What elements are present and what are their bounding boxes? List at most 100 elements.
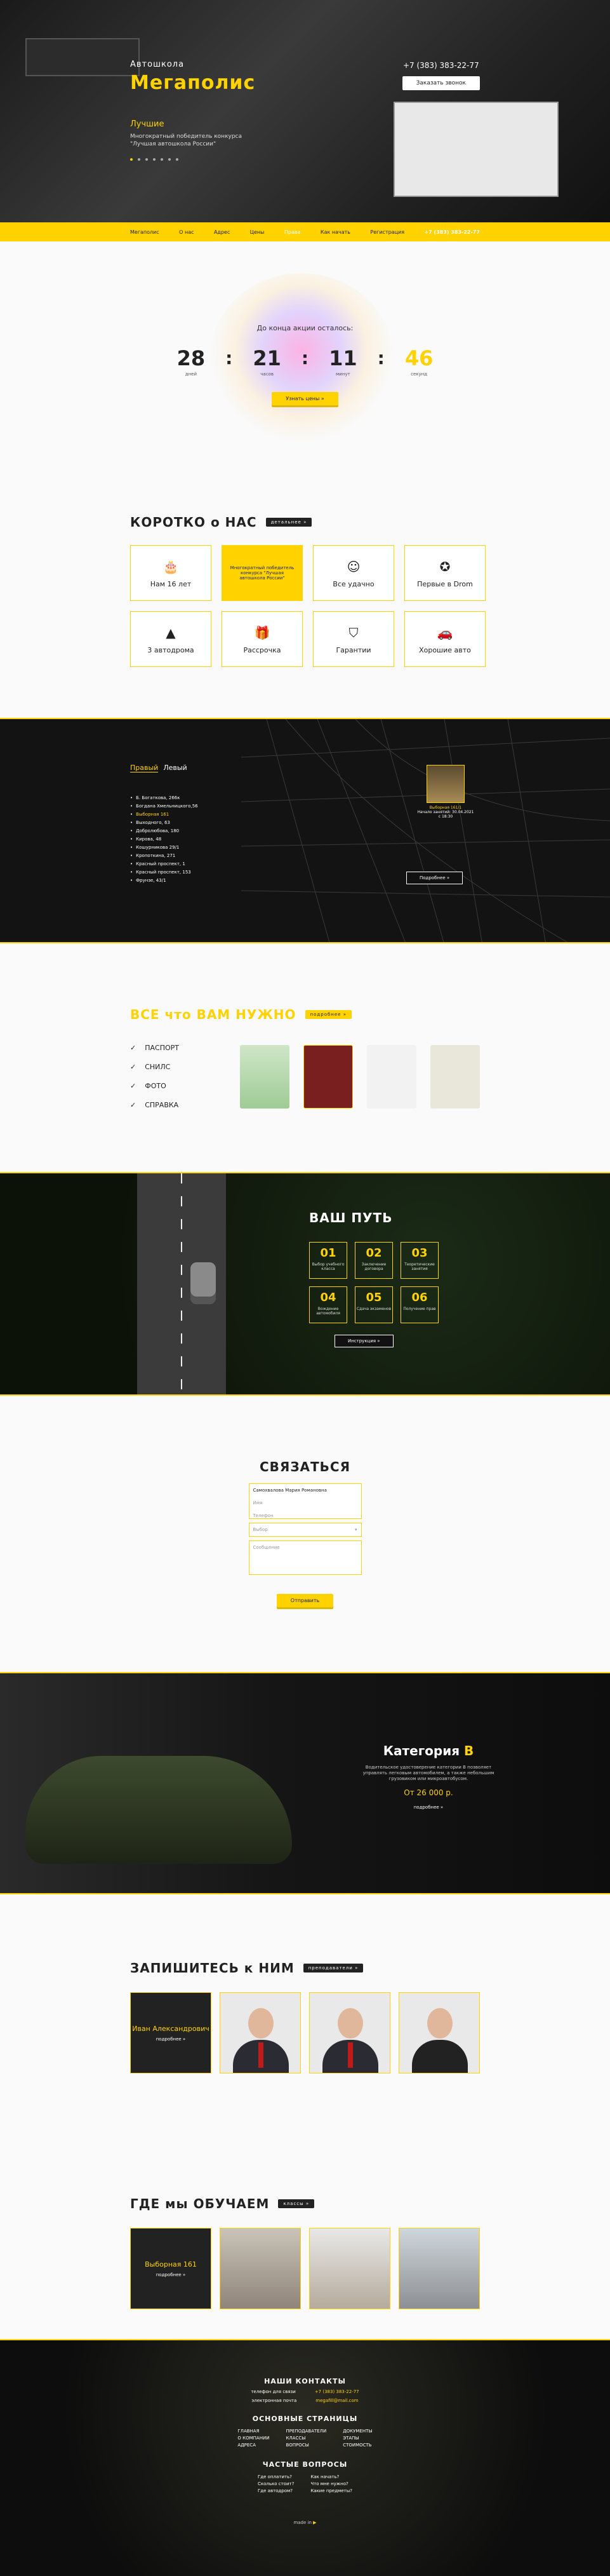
location-more-link[interactable]: подробнее » xyxy=(156,2272,185,2277)
footer-phone[interactable]: +7 (383) 383-22-77 xyxy=(315,2389,359,2394)
tab-left-bank[interactable]: Левый xyxy=(163,764,187,772)
address-item[interactable]: Красный проспект, 153 xyxy=(130,868,198,877)
footer-email-label: электронная почта xyxy=(251,2398,297,2403)
nav-item-register[interactable]: Регистрация xyxy=(370,229,404,235)
about-card-label: Рассрочка xyxy=(243,645,281,654)
about-card[interactable]: 🚗 Хорошие авто xyxy=(404,611,486,667)
footer-link[interactable]: ГЛАВНАЯ xyxy=(237,2428,269,2435)
city-map-lines[interactable] xyxy=(0,719,610,943)
footer-link[interactable]: ДОКУМЕНТЫ xyxy=(343,2428,372,2435)
slider-dot[interactable] xyxy=(153,158,156,161)
slider-dots[interactable] xyxy=(130,158,263,161)
call-request-button[interactable]: Заказать звонок xyxy=(402,76,480,90)
slider-dot[interactable] xyxy=(176,158,178,161)
path-step-text: Теоретические занятия xyxy=(404,1262,435,1271)
faq-link[interactable]: Где оплатить? xyxy=(258,2474,294,2481)
teachers-more-tag[interactable]: преподаватели » xyxy=(303,1964,364,1972)
nav-item-address[interactable]: Адрес xyxy=(214,229,230,235)
faq-link[interactable]: Как начать? xyxy=(310,2474,352,2481)
map-details-button[interactable]: Подробнее » xyxy=(406,872,463,884)
made-by-logo-icon[interactable]: ▶ xyxy=(313,2520,316,2525)
slider-dot[interactable] xyxy=(145,158,148,161)
about-card[interactable]: ✪ Первые в Drom xyxy=(404,545,486,601)
message-textarea[interactable]: Сообщение xyxy=(248,1541,362,1575)
timer-title: До конца акции осталось: xyxy=(256,324,354,332)
path-section: ВАШ ПУТЬ 01 Выбор учебного класса 02 Заклю… xyxy=(0,1172,610,1396)
nav-item-about[interactable]: О нас xyxy=(179,229,194,235)
contact-section: СВЯЗАТЬСЯ Самохвалова Мария Романовна Им… xyxy=(0,1396,610,1672)
cone-icon: ▲ xyxy=(166,624,176,640)
places-title: ГДЕ мы ОБУЧАЕМ xyxy=(130,2196,270,2211)
footer-email[interactable]: megafill@mail.com xyxy=(315,2398,358,2403)
about-card[interactable]: ☺ Все удачно xyxy=(313,545,394,601)
footer-link[interactable]: ВОПРОСЫ xyxy=(286,2442,326,2449)
path-step-number: 01 xyxy=(320,1246,336,1260)
instruction-button[interactable]: Инструкция » xyxy=(335,1335,394,1347)
catb-more-link[interactable]: подробнее » xyxy=(362,1805,495,1810)
hero-subtitle: Автошкола xyxy=(130,60,185,69)
address-item[interactable]: Б. Богаткова, 266к xyxy=(130,794,198,802)
address-item[interactable]: Кошурникова 29/1 xyxy=(130,844,198,852)
classroom-photo[interactable] xyxy=(220,2228,301,2309)
name-hint-field[interactable]: Самохвалова Мария Романовна Имя Телефон xyxy=(248,1483,362,1519)
address-item[interactable]: Фрунзе, 43/1 xyxy=(130,877,198,885)
about-more-tag[interactable]: детальнее » xyxy=(265,518,312,527)
subject-select[interactable]: Выбор ▾ xyxy=(248,1523,362,1537)
address-item[interactable]: Выходного, 63 xyxy=(130,819,198,827)
doc-item: ФОТО xyxy=(130,1077,240,1096)
footer-link[interactable]: КЛАССЫ xyxy=(286,2435,326,2442)
location-card[interactable]: Выборная 161 подробнее » xyxy=(130,2228,211,2309)
about-card-label: Нам 16 лет xyxy=(150,579,192,588)
teacher-photo[interactable] xyxy=(309,1992,390,2074)
slider-dot[interactable] xyxy=(161,158,163,161)
faq-link[interactable]: Какие предметы? xyxy=(310,2488,352,2495)
footer-link[interactable]: ЭТАПЫ xyxy=(343,2435,372,2442)
address-list: Б. Богаткова, 266к Богдана Хмельницкого,… xyxy=(130,794,198,885)
address-item[interactable]: Кирова, 48 xyxy=(130,835,198,844)
address-item[interactable]: Красный проспект, 1 xyxy=(130,860,198,868)
footer-link[interactable]: АДРЕСА xyxy=(237,2442,269,2449)
about-card[interactable]: ⛉ Гарантии xyxy=(313,611,394,667)
prices-button[interactable]: Узнать цены » xyxy=(272,392,338,405)
select-placeholder: Выбор xyxy=(253,1527,268,1532)
about-title: КОРОТКО о НАС xyxy=(130,515,257,530)
about-card[interactable]: ▲ 3 автодрома xyxy=(130,611,211,667)
nav-phone[interactable]: +7 (383) 383-22-77 xyxy=(424,229,479,235)
slider-dot[interactable] xyxy=(138,158,140,161)
about-card-label: Хорошие авто xyxy=(419,645,471,654)
nav-item-prices[interactable]: Цены xyxy=(250,229,265,235)
classroom-photo[interactable] xyxy=(309,2228,390,2309)
address-item[interactable]: Кропоткина, 271 xyxy=(130,852,198,860)
about-card[interactable]: 🎂 Нам 16 лет xyxy=(130,545,211,601)
faq-link[interactable]: Сколько стоит? xyxy=(258,2481,294,2488)
faq-link[interactable]: Где автодром? xyxy=(258,2488,294,2495)
doc-item: ПАСПОРТ xyxy=(130,1039,240,1058)
faq-link[interactable]: Что мне нужно? xyxy=(310,2481,352,2488)
footer-link[interactable]: О КОМПАНИИ xyxy=(237,2435,269,2442)
nav-logo[interactable]: Мегаполис xyxy=(130,229,159,235)
footer-link[interactable]: СТОИМОСТЬ xyxy=(343,2442,372,2449)
submit-button[interactable]: Отправить xyxy=(276,1594,334,1607)
teacher-photo[interactable] xyxy=(399,1992,480,2074)
classroom-photo[interactable] xyxy=(399,2228,480,2309)
map-info-card: Выборная 161/1 Начало занятий: 30.04.202… xyxy=(417,765,474,819)
about-card[interactable]: Многократный победитель конкурса "Лучшая… xyxy=(222,545,303,601)
path-step: 03 Теоретические занятия xyxy=(401,1242,439,1279)
slider-dot[interactable] xyxy=(130,158,133,161)
places-more-tag[interactable]: классы » xyxy=(278,2199,315,2208)
slider-dot[interactable] xyxy=(168,158,171,161)
footer-link[interactable]: ПРЕПОДАВАТЕЛИ xyxy=(286,2428,326,2435)
nav-item-start[interactable]: Как начать xyxy=(321,229,350,235)
countdown-hours-label: часов xyxy=(260,372,274,377)
address-item[interactable]: Выборная 161 xyxy=(130,811,198,819)
header-phone[interactable]: +7 (383) 383-22-77 xyxy=(402,61,480,70)
address-item[interactable]: Добролюбова, 180 xyxy=(130,827,198,835)
nav-item-license[interactable]: Права xyxy=(284,229,301,235)
address-item[interactable]: Богдана Хмельницкого,56 xyxy=(130,802,197,811)
teacher-more-link[interactable]: подробнее » xyxy=(156,2037,185,2042)
teacher-photo[interactable] xyxy=(220,1992,301,2074)
teacher-card[interactable]: Иван Александрович подробнее » xyxy=(130,1992,211,2074)
about-card[interactable]: 🎁 Рассрочка xyxy=(222,611,303,667)
docs-more-tag[interactable]: подробнее » xyxy=(305,1010,352,1019)
tab-right-bank[interactable]: Правый xyxy=(130,764,159,772)
